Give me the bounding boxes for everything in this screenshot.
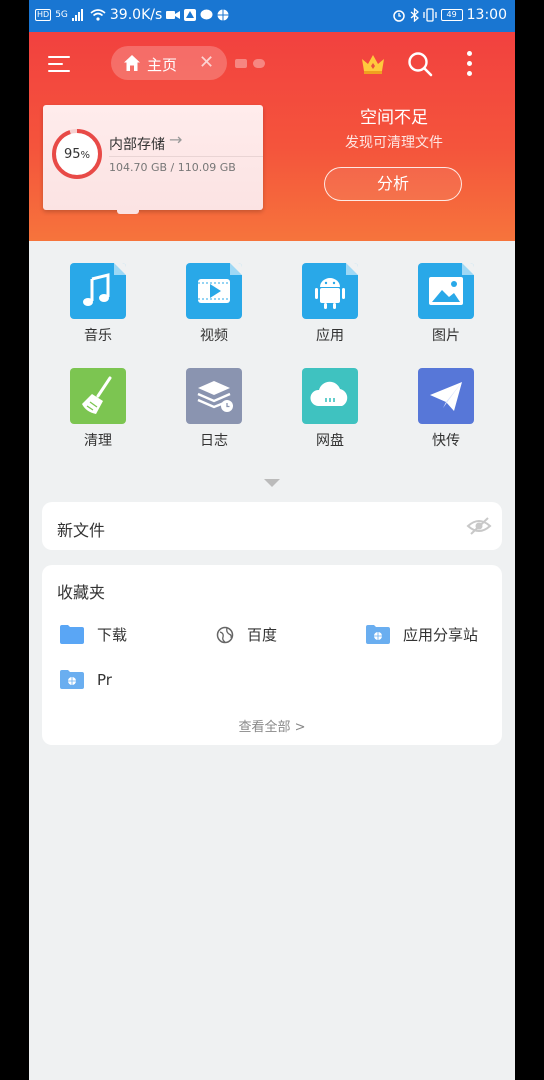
alarm-icon — [392, 10, 405, 22]
vibrate-icon — [422, 8, 437, 22]
favorite-item-app-share[interactable]: 应用分享站 — [366, 624, 478, 645]
category-label: 网盘 — [316, 433, 344, 449]
category-label: 快传 — [432, 433, 460, 449]
category-label: 图片 — [432, 328, 460, 344]
favorites-title: 收藏夹 — [57, 583, 106, 602]
menu-icon[interactable] — [48, 54, 72, 74]
crown-icon[interactable] — [360, 51, 386, 75]
storage-size: 104.70 GB / 110.09 GB — [109, 161, 236, 174]
view-all-link[interactable]: 查看全部 > — [42, 716, 502, 735]
cloud-icon — [302, 368, 358, 424]
music-icon — [70, 263, 126, 319]
arrow-right-icon: → — [169, 130, 183, 149]
send-icon — [418, 368, 474, 424]
home-icon — [124, 55, 140, 71]
browser-icon — [217, 9, 229, 21]
divider — [109, 156, 263, 157]
battery-indicator: 49 — [440, 9, 463, 21]
category-clean[interactable]: 清理 — [58, 368, 138, 450]
tab-home[interactable]: 主页 ✕ — [111, 46, 227, 80]
eye-hidden-icon[interactable] — [466, 516, 492, 536]
category-label: 应用 — [316, 328, 344, 344]
chat-icon — [200, 9, 213, 20]
web-folder-icon — [366, 625, 390, 644]
search-icon[interactable] — [407, 51, 433, 77]
folder-icon — [60, 625, 84, 644]
web-folder-icon — [60, 670, 84, 689]
favorite-label: 下载 — [97, 626, 128, 644]
broom-icon — [70, 368, 126, 424]
tab-overflow[interactable] — [235, 59, 265, 68]
more-options-icon[interactable] — [465, 51, 473, 77]
category-label: 视频 — [200, 328, 228, 344]
android-icon — [302, 263, 358, 319]
space-warning-subtitle: 发现可清理文件 — [345, 135, 443, 151]
hd-badge: HD — [35, 9, 52, 21]
expand-chevron-icon[interactable] — [264, 479, 280, 487]
favorite-item-baidu[interactable]: 百度 — [216, 624, 277, 645]
storage-percent: 95% — [63, 147, 91, 162]
category-video[interactable]: 视频 — [174, 263, 254, 345]
clock: 13:00 — [466, 7, 507, 23]
category-cloud[interactable]: 网盘 — [290, 368, 370, 450]
new-files-title: 新文件 — [57, 521, 106, 540]
network-speed: 39.0K/s — [109, 7, 163, 23]
signal-icon: 5G — [55, 10, 68, 20]
cloud-tab-icon — [253, 59, 265, 68]
drive-app-icon — [184, 9, 197, 21]
tab-home-label: 主页 — [147, 56, 178, 74]
analyze-button[interactable]: 分析 — [324, 167, 462, 201]
category-music[interactable]: 音乐 — [58, 263, 138, 345]
favorite-item-download[interactable]: 下载 — [60, 624, 127, 645]
category-transfer[interactable]: 快传 — [406, 368, 486, 450]
book-icon — [235, 59, 247, 68]
favorites-card: 收藏夹 下载 百度 应用分享站 Pr 查看全部 > — [42, 565, 502, 745]
video-icon — [186, 263, 242, 319]
image-icon — [418, 263, 474, 319]
new-files-card[interactable]: 新文件 — [42, 502, 502, 550]
signal-bars-icon — [71, 9, 83, 21]
favorite-label: Pr — [97, 670, 112, 689]
internal-storage-card[interactable]: 95% 内部存储 → 104.70 GB / 110.09 GB — [43, 105, 263, 214]
favorite-label: 应用分享站 — [403, 626, 479, 644]
category-images[interactable]: 图片 — [406, 263, 486, 345]
bluetooth-icon — [410, 8, 419, 22]
category-label: 清理 — [84, 433, 112, 449]
space-warning-title: 空间不足 — [360, 108, 428, 128]
category-log[interactable]: 日志 — [174, 368, 254, 450]
app-header: 主页 ✕ 95% 内部存储 → 104.70 GB / 110.09 GB 空间… — [29, 32, 515, 241]
storage-title: 内部存储 — [109, 137, 165, 153]
category-label: 日志 — [200, 433, 228, 449]
status-bar: HD 5G 39.0K/s 49 13:00 — [29, 0, 515, 32]
favorite-label: 百度 — [247, 626, 278, 644]
category-label: 音乐 — [84, 328, 112, 344]
log-icon — [186, 368, 242, 424]
app-screen: HD 5G 39.0K/s 49 13:00 主页 ✕ 95% 内部存储 → 1… — [29, 0, 515, 1080]
favorite-item-pr[interactable]: Pr — [60, 670, 112, 689]
globe-icon — [216, 626, 234, 643]
close-icon[interactable]: ✕ — [199, 52, 214, 73]
category-apps[interactable]: 应用 — [290, 263, 370, 345]
camera-icon — [166, 11, 181, 19]
wifi-icon — [90, 9, 106, 21]
